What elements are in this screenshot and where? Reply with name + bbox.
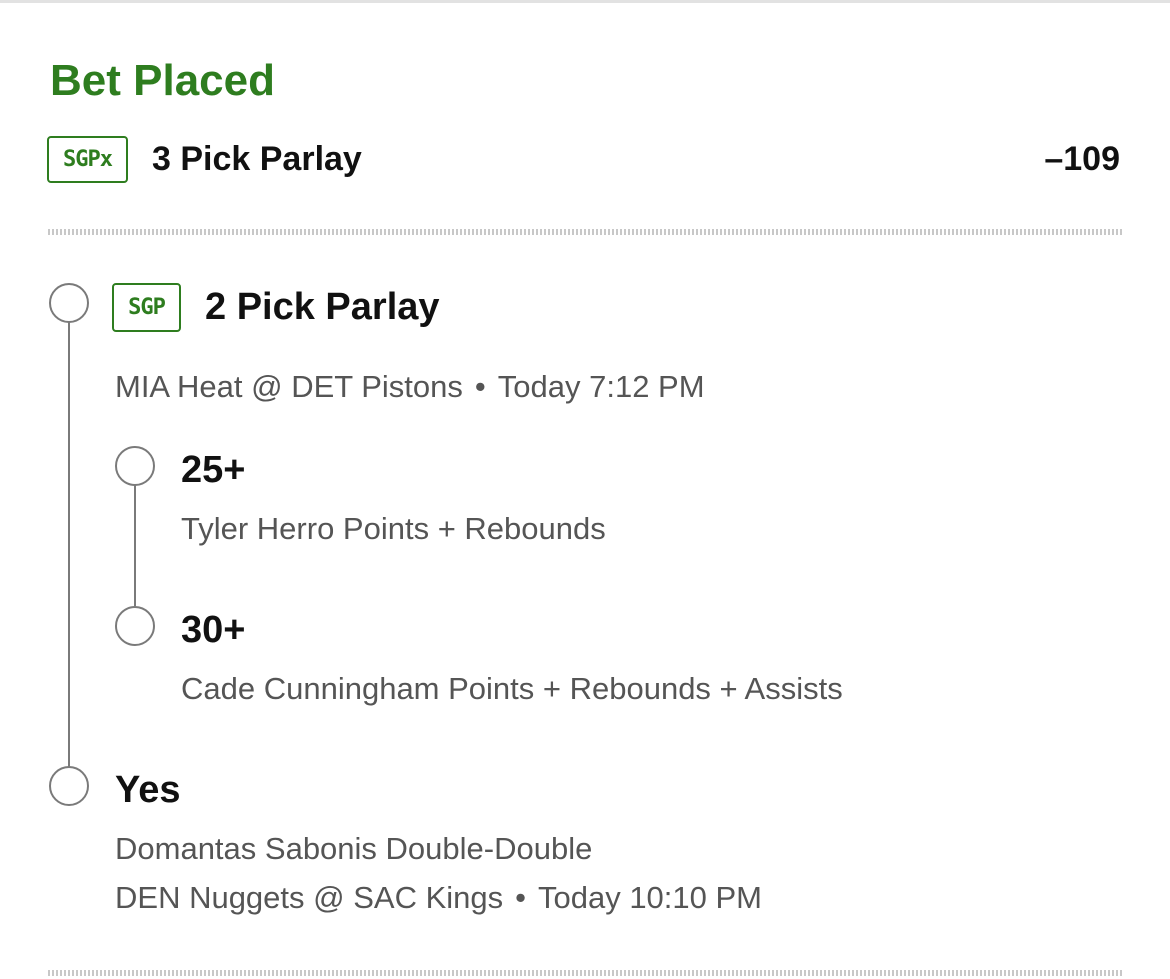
leg-value: 25+	[181, 449, 246, 491]
sub-parlay-title: 2 Pick Parlay	[205, 286, 440, 328]
leg-value: 30+	[181, 609, 246, 651]
top-border	[0, 0, 1170, 3]
game-info: DEN Nuggets @ SAC Kings • Today 10:10 PM	[115, 879, 762, 917]
leg-node-circle-icon	[115, 606, 155, 646]
timeline-line-inner	[134, 484, 136, 606]
leg-description: Domantas Sabonis Double-Double	[115, 831, 593, 866]
timeline-node-circle-icon	[49, 766, 89, 806]
game-time: Today 7:12 PM	[497, 369, 705, 404]
timeline-node-circle-icon	[49, 283, 89, 323]
timeline-line	[68, 322, 70, 768]
sgpx-badge: SGPx	[47, 136, 128, 183]
sgp-badge: SGP	[112, 283, 181, 332]
leg-description: Cade Cunningham Points + Rebounds + Assi…	[181, 671, 843, 706]
game-info: MIA Heat @ DET Pistons • Today 7:12 PM	[115, 368, 705, 406]
game-matchup: MIA Heat @ DET Pistons	[115, 369, 463, 404]
divider	[48, 229, 1124, 235]
bet-status-title: Bet Placed	[50, 56, 275, 105]
game-time: Today 10:10 PM	[537, 880, 763, 915]
separator-dot: •	[515, 880, 526, 915]
leg-node-circle-icon	[115, 446, 155, 486]
leg-value: Yes	[115, 769, 181, 811]
leg-description: Tyler Herro Points + Rebounds	[181, 511, 606, 546]
parlay-odds: –109	[1044, 140, 1120, 178]
game-matchup: DEN Nuggets @ SAC Kings	[115, 880, 504, 915]
separator-dot: •	[474, 369, 486, 404]
parlay-title: 3 Pick Parlay	[152, 140, 362, 178]
divider	[48, 970, 1124, 976]
